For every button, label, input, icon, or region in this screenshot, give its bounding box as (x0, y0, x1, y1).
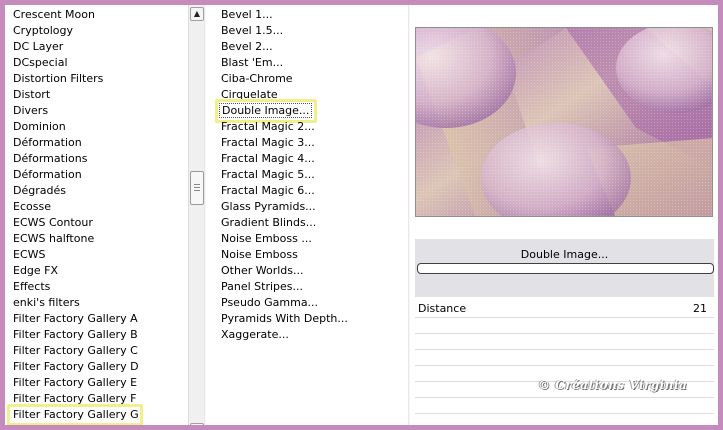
chevron-up-icon[interactable]: ▲ (190, 7, 204, 21)
filter-category-list[interactable]: Crescent Moon Cryptology DC Layer DCspecial… (5, 5, 188, 425)
effect-item[interactable]: Xaggerate... (221, 327, 289, 343)
effect-item[interactable]: Pseudo Gamma... (221, 295, 318, 311)
effect-item[interactable]: Fractal Magic 6... (221, 183, 315, 199)
effect-item[interactable]: Fractal Magic 2... (221, 119, 315, 135)
effect-item[interactable]: Glass Pyramids... (221, 199, 316, 215)
filter-category-item[interactable]: Cryptology (13, 23, 73, 39)
param-row-distance[interactable]: Distance 21 (415, 301, 714, 317)
filter-category-item[interactable]: ECWS (13, 247, 46, 263)
filter-category-item[interactable]: Crescent Moon (13, 7, 95, 23)
filter-category-item[interactable]: Filter Factory Gallery A (13, 311, 138, 327)
filter-category-item[interactable]: Déformation (13, 135, 82, 151)
filter-category-item[interactable]: Effects (13, 279, 50, 295)
param-divider (415, 317, 714, 318)
effect-item[interactable]: Bevel 1... (221, 7, 273, 23)
filter-dialog: Crescent Moon Cryptology DC Layer DCspecial… (5, 5, 718, 425)
scrollbar-thumb[interactable] (190, 171, 204, 205)
progress-bar (417, 263, 714, 274)
effect-item[interactable]: Panel Stripes... (221, 279, 303, 295)
panel-divider (408, 5, 410, 425)
filter-list-scrollbar[interactable]: ▲ ▼ (188, 5, 204, 425)
param-divider (415, 349, 714, 350)
filter-category-item[interactable]: Filter Factory Gallery D (13, 359, 139, 375)
filter-category-item[interactable]: Filter Factory Gallery B (13, 327, 138, 343)
filter-category-item[interactable]: Déformation (13, 167, 82, 183)
param-divider (415, 365, 714, 366)
filter-category-item[interactable]: Distortion Filters (13, 71, 103, 87)
effect-item[interactable]: Noise Emboss ... (221, 231, 312, 247)
effect-item[interactable]: Other Worlds... (221, 263, 303, 279)
param-label: Distance (418, 302, 467, 315)
filter-category-item[interactable]: Ecosse (13, 199, 51, 215)
effect-preview-image (415, 27, 713, 217)
filter-category-item[interactable]: Filter Factory Gallery C (13, 343, 138, 359)
filter-category-item[interactable]: enki's filters (13, 295, 80, 311)
effect-item[interactable]: Bevel 2... (221, 39, 273, 55)
filter-category-item[interactable]: Distort (13, 87, 50, 103)
filter-category-item[interactable]: Déformations (13, 151, 87, 167)
effect-name-label: Double Image... (520, 248, 609, 261)
effect-item[interactable]: Fractal Magic 3... (221, 135, 315, 151)
effect-item[interactable]: Fractal Magic 5... (221, 167, 315, 183)
param-divider (415, 413, 714, 414)
filter-category-item[interactable]: Filter Factory Gallery E (13, 375, 137, 391)
selection-highlight (7, 404, 143, 425)
effect-settings-panel: Double Image... Distance 21 © Créations … (411, 5, 718, 425)
effect-item[interactable]: Pyramids With Depth... (221, 311, 348, 327)
effect-item[interactable]: Blast 'Em... (221, 55, 283, 71)
filter-category-item[interactable]: Divers (13, 103, 48, 119)
panel-divider (204, 5, 206, 425)
effect-list[interactable]: Bevel 1... Bevel 1.5... Bevel 2... Blast 'E… (213, 5, 409, 425)
filter-category-item[interactable]: Dominion (13, 119, 66, 135)
watermark: © Créations Virginia (538, 378, 688, 392)
effect-item[interactable]: Ciba-Chrome (221, 71, 293, 87)
filter-category-item[interactable]: DCspecial (13, 55, 68, 71)
param-divider (415, 333, 714, 334)
param-value[interactable]: 21 (693, 301, 707, 317)
param-divider (415, 397, 714, 398)
filter-category-item[interactable]: ECWS halftone (13, 231, 94, 247)
filter-category-item[interactable]: DC Layer (13, 39, 63, 55)
filter-category-item[interactable]: Dégradés (13, 183, 66, 199)
filter-category-item[interactable]: Edge FX (13, 263, 58, 279)
effect-item[interactable]: Bevel 1.5... (221, 23, 283, 39)
effect-item[interactable]: Noise Emboss (221, 247, 298, 263)
effect-name-bar: Double Image... (415, 239, 714, 297)
filter-category-item[interactable]: ECWS Contour (13, 215, 93, 231)
chevron-down-icon[interactable]: ▼ (190, 423, 204, 425)
effect-item[interactable]: Gradient Blinds... (221, 215, 316, 231)
effect-item[interactable]: Fractal Magic 4... (221, 151, 315, 167)
